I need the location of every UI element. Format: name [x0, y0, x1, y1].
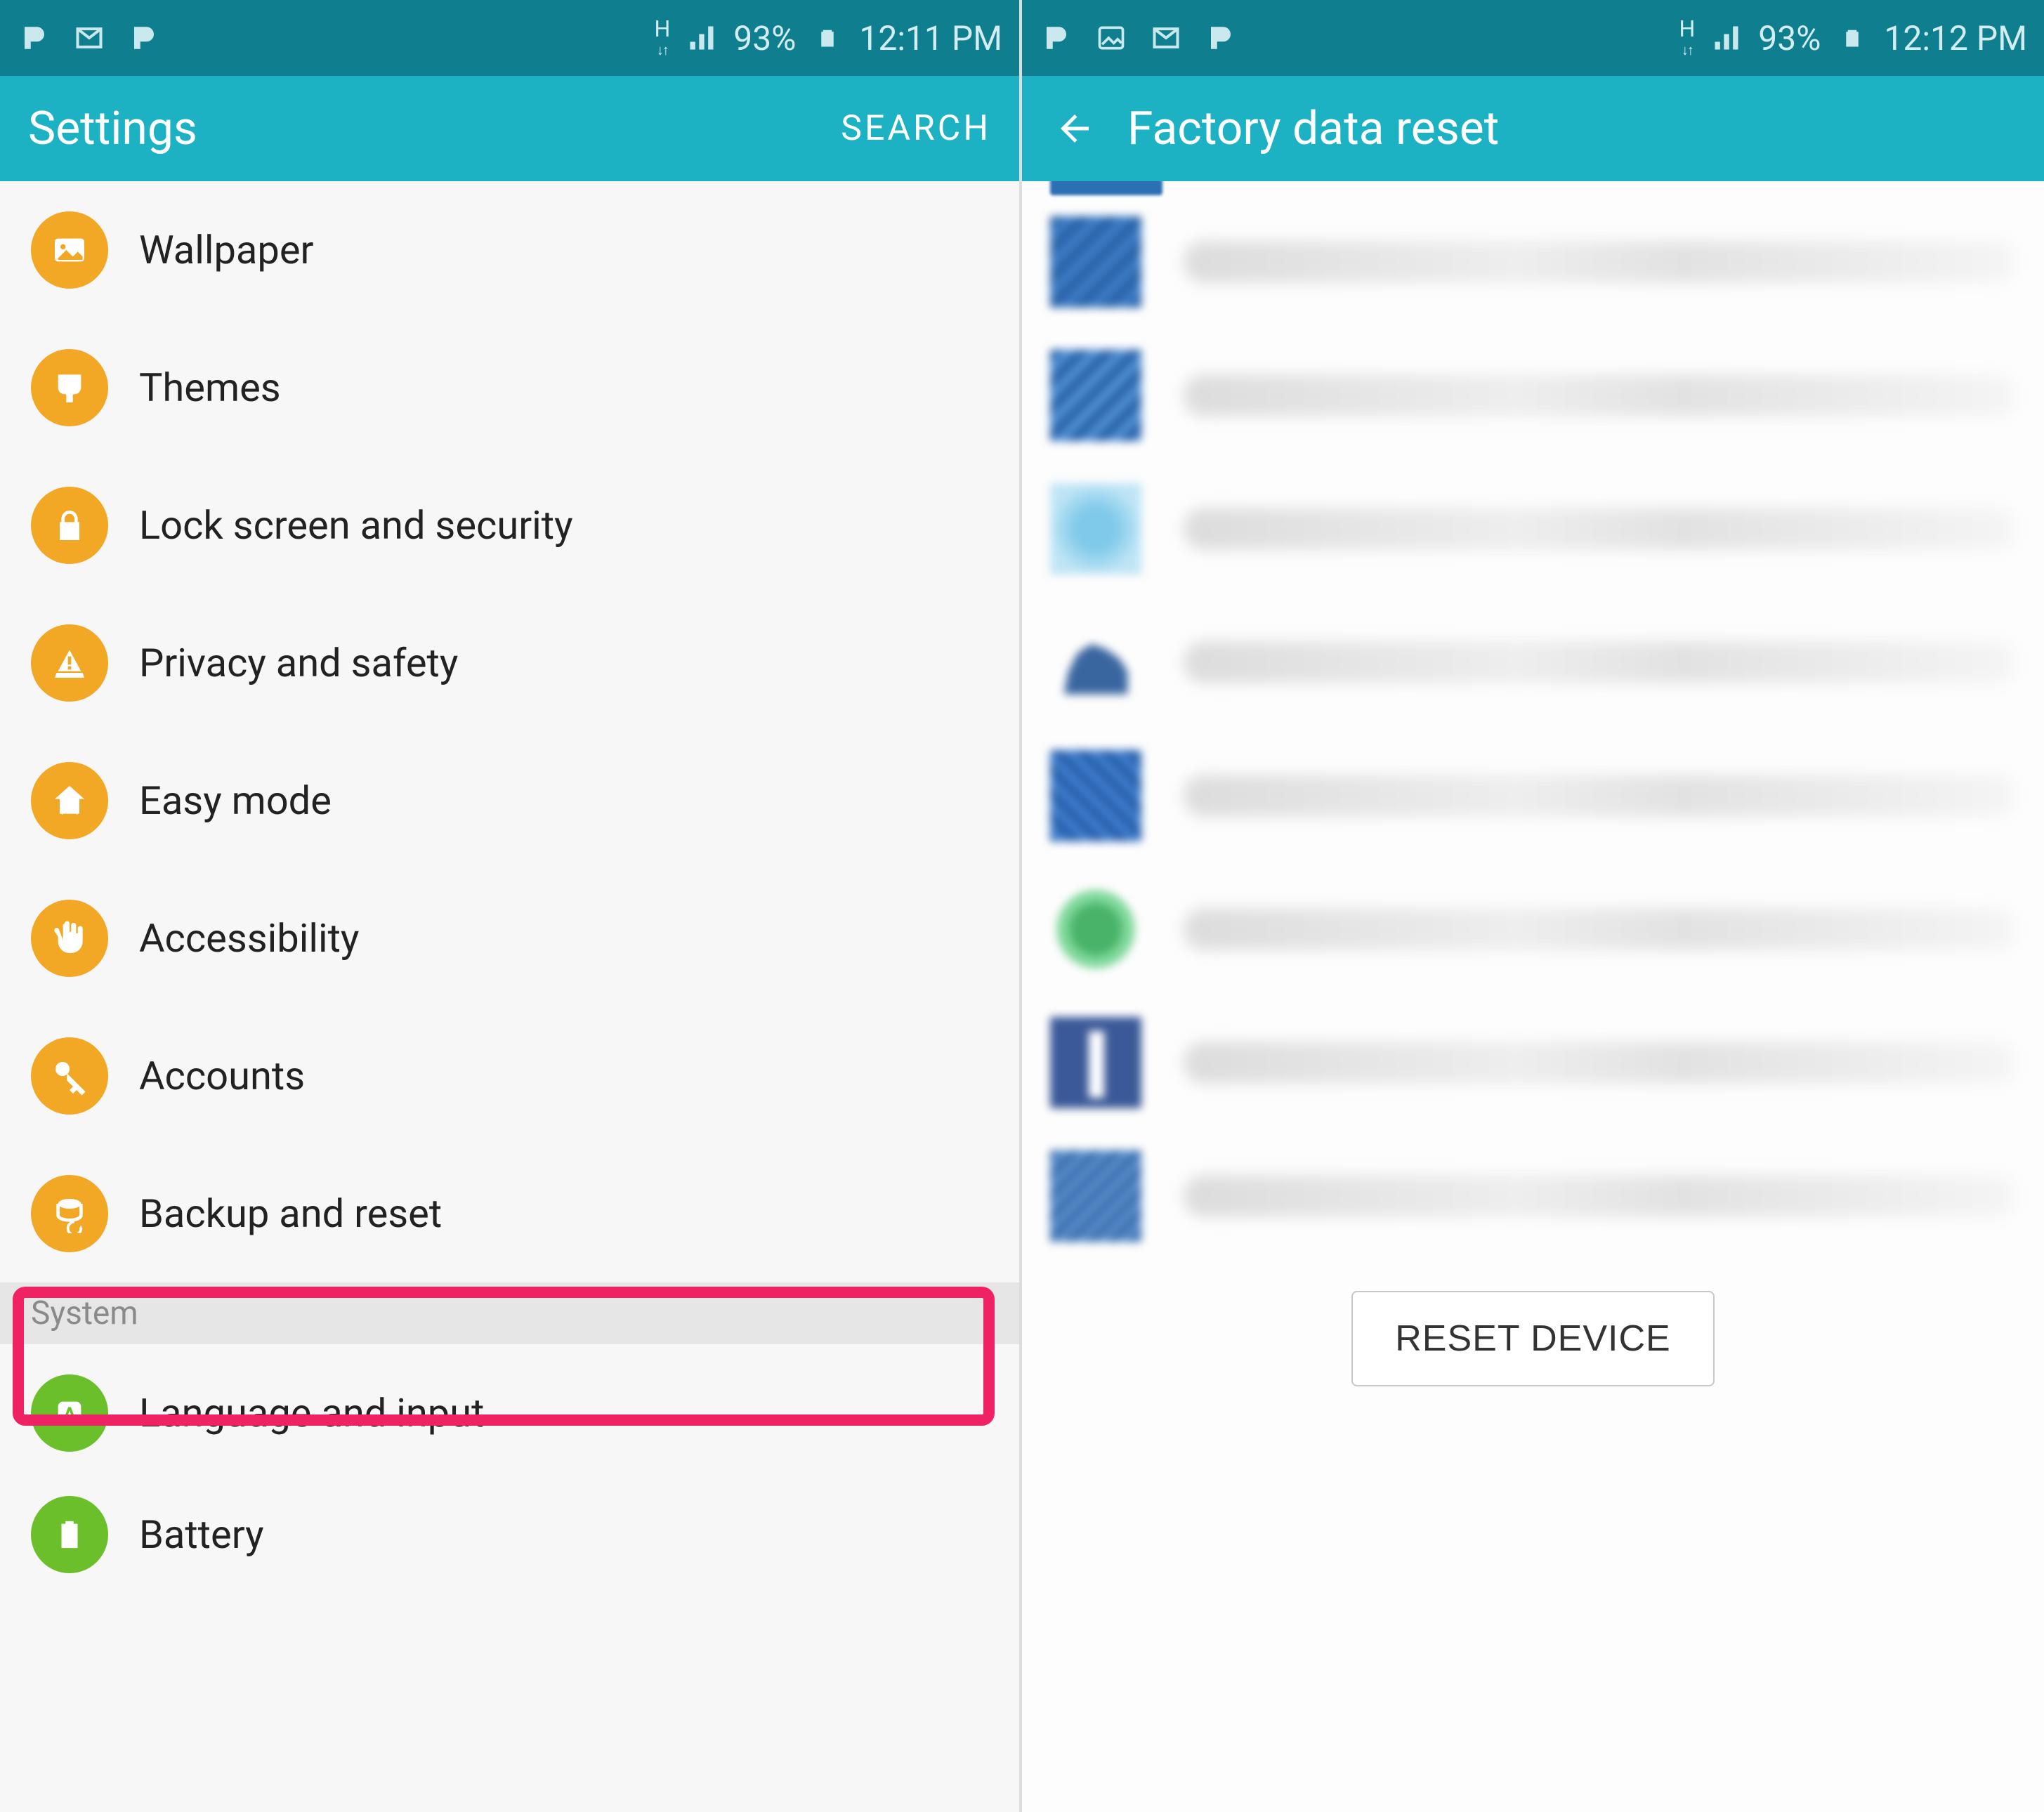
picture-icon: [31, 211, 108, 289]
list-item[interactable]: [1050, 195, 2016, 329]
list-item: [1050, 181, 1162, 195]
page-title: Factory data reset: [1127, 102, 1499, 156]
settings-item-language[interactable]: A Language and input: [0, 1344, 1019, 1482]
battery-icon: [1835, 20, 1870, 55]
account-label-redacted: [1184, 775, 2016, 817]
settings-item-label: Battery: [139, 1511, 264, 1558]
settings-item-accessibility[interactable]: Accessibility: [0, 869, 1019, 1007]
section-header-system: System: [0, 1282, 1019, 1344]
warning-icon: [31, 624, 108, 702]
settings-item-privacy[interactable]: Privacy and safety: [0, 594, 1019, 732]
settings-item-label: Accessibility: [139, 915, 359, 961]
list-item[interactable]: [1050, 862, 2016, 996]
app-bar: Factory data reset: [1022, 76, 2044, 181]
settings-item-label: Wallpaper: [139, 227, 314, 273]
settings-item-label: Privacy and safety: [139, 640, 458, 686]
account-icon: [1050, 350, 1141, 441]
account-icon: [1050, 216, 1141, 308]
app-bar: Settings SEARCH: [0, 76, 1019, 181]
list-item[interactable]: [1050, 1129, 2016, 1263]
settings-item-wallpaper[interactable]: Wallpaper: [0, 181, 1019, 319]
settings-item-label: Language and input: [139, 1390, 484, 1436]
backup-icon: [31, 1175, 108, 1252]
clock: 12:12 PM: [1884, 18, 2027, 58]
settings-item-backup-reset[interactable]: Backup and reset: [0, 1145, 1019, 1282]
search-button[interactable]: SEARCH: [841, 108, 991, 149]
account-icon: [1050, 1017, 1141, 1108]
settings-item-lock-security[interactable]: Lock screen and security: [0, 457, 1019, 594]
account-icon: [1050, 884, 1141, 975]
network-type-icon: H↓↑: [1679, 18, 1695, 59]
section-header-label: System: [31, 1294, 138, 1332]
home-icon: [31, 762, 108, 839]
language-icon: A: [31, 1374, 108, 1452]
list-item[interactable]: [1050, 462, 2016, 596]
list-item[interactable]: [1050, 329, 2016, 462]
settings-item-accounts[interactable]: Accounts: [0, 1007, 1019, 1145]
account-icon: [1050, 1150, 1141, 1242]
account-label-redacted: [1184, 508, 2016, 550]
account-icon: [1050, 750, 1141, 841]
battery-percent: 93%: [1758, 18, 1821, 58]
network-type-icon: H↓↑: [654, 18, 670, 59]
list-item[interactable]: [1050, 729, 2016, 862]
pandora-icon: [126, 20, 162, 55]
account-icon: [1050, 617, 1141, 708]
battery-icon: [810, 20, 845, 55]
reset-device-button[interactable]: RESET DEVICE: [1351, 1291, 1714, 1386]
settings-item-label: Accounts: [139, 1053, 305, 1099]
accounts-list[interactable]: RESET DEVICE: [1022, 181, 2044, 1812]
clock: 12:11 PM: [859, 18, 1002, 58]
settings-list[interactable]: Wallpaper Themes Lock screen and securit…: [0, 181, 1019, 1812]
account-label-redacted: [1184, 374, 2016, 416]
settings-screen: H↓↑ 93% 12:11 PM Settings SEARCH Wallpap…: [0, 0, 1022, 1812]
pandora-icon: [17, 20, 52, 55]
back-button[interactable]: [1050, 104, 1099, 153]
settings-item-label: Easy mode: [139, 777, 332, 824]
pandora-icon: [1203, 20, 1238, 55]
settings-item-label: Lock screen and security: [139, 502, 573, 549]
svg-text:A: A: [63, 1403, 77, 1426]
signal-icon: [1709, 20, 1744, 55]
battery-percent: 93%: [733, 18, 796, 58]
hand-icon: [31, 900, 108, 977]
image-icon: [1094, 20, 1129, 55]
signal-icon: [684, 20, 719, 55]
account-label-redacted: [1184, 1175, 2016, 1217]
settings-item-label: Themes: [139, 365, 281, 411]
status-bar: H↓↑ 93% 12:12 PM: [1022, 0, 2044, 76]
lock-icon: [31, 487, 108, 564]
factory-reset-screen: H↓↑ 93% 12:12 PM Factory data reset R: [1022, 0, 2044, 1812]
brush-icon: [31, 349, 108, 426]
settings-item-battery[interactable]: Battery: [0, 1482, 1019, 1587]
list-item[interactable]: [1050, 596, 2016, 729]
page-title: Settings: [28, 102, 197, 156]
account-label-redacted: [1184, 641, 2016, 683]
gmail-icon: [72, 20, 107, 55]
key-icon: [31, 1037, 108, 1115]
battery-icon: [31, 1496, 108, 1573]
settings-item-themes[interactable]: Themes: [0, 319, 1019, 457]
settings-item-label: Backup and reset: [139, 1190, 442, 1237]
account-label-redacted: [1184, 241, 2016, 283]
gmail-icon: [1148, 20, 1184, 55]
settings-item-easy-mode[interactable]: Easy mode: [0, 732, 1019, 869]
account-icon: [1050, 483, 1141, 575]
account-label-redacted: [1184, 908, 2016, 950]
list-item[interactable]: [1050, 996, 2016, 1129]
account-label-redacted: [1184, 1042, 2016, 1084]
pandora-icon: [1039, 20, 1074, 55]
status-bar: H↓↑ 93% 12:11 PM: [0, 0, 1019, 76]
